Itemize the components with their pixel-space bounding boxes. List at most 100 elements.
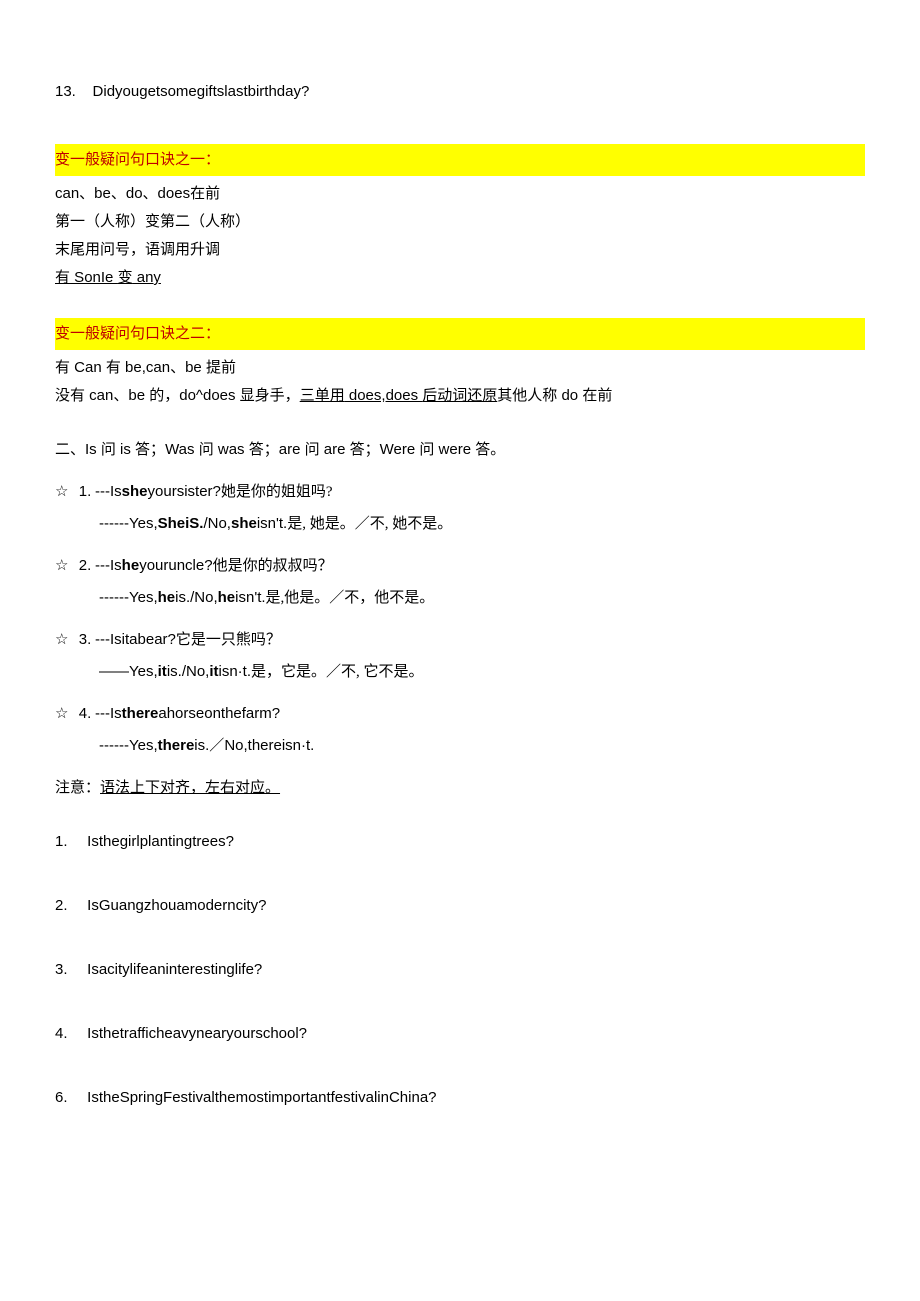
rule1-line2: 第一（人称）变第二（人称）	[55, 210, 865, 234]
t: No,thereisn·t.	[224, 737, 314, 754]
t: 的，	[149, 388, 179, 404]
item-text: IstheSpringFestivalthemostimportantfesti…	[87, 1089, 436, 1106]
item-number: 4.	[55, 1022, 83, 1046]
t: ahorseonthefarm?	[158, 705, 280, 722]
item-text: IsGuangzhouamoderncity?	[87, 897, 266, 914]
t: 其他人称	[497, 388, 557, 404]
rule1-line1-english: can、be、do、does	[55, 185, 190, 202]
rule2-line2: 没有 can、be 的，do^does 显身手，三单用 does,does 后动…	[55, 384, 865, 408]
t: is	[116, 441, 135, 458]
t: 有	[106, 360, 121, 376]
item-number: 6.	[55, 1086, 83, 1110]
t: ---Is	[95, 483, 122, 500]
example-2-answer: ------Yes,heis./No,heisn't.是,他是。／不，他不是。	[99, 586, 865, 610]
t: 答；	[135, 442, 165, 458]
t: do	[557, 387, 582, 404]
t: are	[279, 441, 305, 458]
t: does,does	[345, 387, 423, 404]
question-13: 13. Didyougetsomegiftslastbirthday?	[55, 80, 865, 104]
t: 显身手，	[240, 388, 300, 404]
t: can、be	[85, 387, 149, 404]
t: it	[158, 663, 167, 680]
t: 有	[55, 360, 70, 376]
document-page: 13. Didyougetsomegiftslastbirthday? 变一般疑…	[0, 0, 920, 1301]
t: there	[122, 705, 159, 722]
list-item-2: 2. IsGuangzhouamoderncity?	[55, 894, 865, 918]
rule1-line1-cn: 在前	[190, 186, 220, 202]
rule1-line4-post: 变	[118, 270, 133, 286]
t: 提前	[206, 360, 236, 376]
t: ／	[209, 738, 224, 754]
item-text: Isthetrafficheavynearyourschool?	[87, 1025, 307, 1042]
t: were	[434, 441, 475, 458]
t: it	[209, 663, 218, 680]
t: be,can、be	[121, 359, 206, 376]
item-number: 3.	[55, 958, 83, 982]
star-icon: ☆	[55, 702, 75, 726]
t: ---Is	[95, 705, 122, 722]
rule1-line3: 末尾用问号，语调用升调	[55, 238, 865, 262]
t: 问	[101, 442, 116, 458]
t: 没有	[55, 388, 85, 404]
note-label: 注意：	[55, 780, 100, 796]
t: 2.	[79, 557, 92, 574]
t: 4.	[79, 705, 92, 722]
t: Can	[70, 359, 106, 376]
item-number: 2.	[55, 894, 83, 918]
rule2-line1: 有 Can 有 be,can、be 提前	[55, 356, 865, 380]
t: isn't.	[235, 589, 265, 606]
question-text: Didyougetsomegiftslastbirthday?	[93, 83, 310, 100]
question-number: 13.	[55, 83, 76, 100]
t: 她是你的姐姐吗?	[221, 484, 333, 500]
t: Is	[85, 441, 101, 458]
example-4-answer: ------Yes,thereis.／No,thereisn·t.	[99, 734, 865, 758]
t: isn·t.	[219, 663, 252, 680]
t: do^does	[179, 387, 239, 404]
rule2-title: 变一般疑问句口诀之二：	[55, 318, 865, 350]
star-icon: ☆	[55, 554, 75, 578]
t: 3.	[79, 631, 92, 648]
example-2-question: ☆ 2. ---Isheyouruncle?他是你的叔叔吗？	[55, 554, 865, 578]
t: 是,他是。／不，他不是。	[266, 590, 435, 606]
t: Was	[165, 441, 199, 458]
t: she	[122, 483, 148, 500]
t: ------Yes,	[99, 737, 158, 754]
star-icon: ☆	[55, 480, 75, 504]
t: is./No,	[175, 589, 218, 606]
t: 答；	[249, 442, 279, 458]
t: ---Isitabear?	[95, 631, 176, 648]
t: there	[158, 737, 195, 754]
t: 答；	[350, 442, 380, 458]
rule1-line4-end: any	[133, 269, 161, 286]
t: isn't.	[257, 515, 287, 532]
t: 问	[199, 442, 214, 458]
t: /No,	[203, 515, 231, 532]
t: ---Is	[95, 557, 122, 574]
item-text: Isacitylifeaninterestinglife?	[87, 961, 262, 978]
example-4-question: ☆ 4. ---Isthereahorseonthefarm?	[55, 702, 865, 726]
example-3-question: ☆ 3. ---Isitabear?它是一只熊吗？	[55, 628, 865, 652]
t: 问	[305, 442, 320, 458]
t: 二、	[55, 442, 85, 458]
list-item-1: 1. Isthegirlplantingtrees?	[55, 830, 865, 854]
list-item-3: 3. Isacitylifeaninterestinglife?	[55, 958, 865, 982]
t: he	[218, 589, 236, 606]
rule1-line4: 有 SonIe 变 any	[55, 266, 865, 290]
t: ------Yes,	[99, 515, 158, 532]
t: was	[214, 441, 249, 458]
t: SheiS.	[158, 515, 204, 532]
rule1-line4-pre: 有	[55, 270, 70, 286]
t: youruncle?	[139, 557, 212, 574]
note-text: 语法上下对齐，左右对应。	[100, 780, 280, 796]
item-number: 1.	[55, 830, 83, 854]
t: 答。	[475, 442, 505, 458]
example-3-answer: ——Yes,itis./No,itisn·t.是，它是。／不, 它不是。	[99, 660, 865, 684]
t: 三单用	[300, 388, 345, 404]
t: 问	[419, 442, 434, 458]
t: ——Yes,	[99, 663, 158, 680]
example-1-question: ☆ 1. ---Issheyoursister?她是你的姐姐吗?	[55, 480, 865, 504]
section2-intro: 二、Is 问 is 答；Was 问 was 答；are 问 are 答；Were…	[55, 438, 865, 462]
t: ------Yes,	[99, 589, 158, 606]
t: 1.	[79, 483, 92, 500]
rule1-line1: can、be、do、does在前	[55, 182, 865, 206]
